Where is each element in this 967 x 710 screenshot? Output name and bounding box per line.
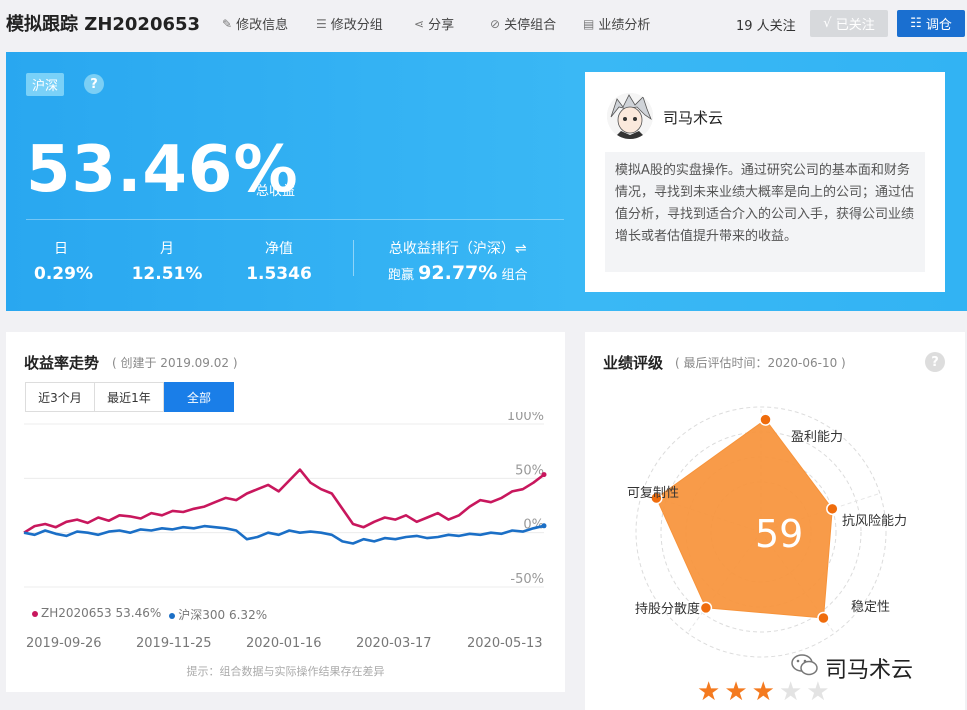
watermark: 司马术云 bbox=[791, 652, 913, 684]
top-bar: 模拟跟踪 ZH2020653 ✎ 修改信息 ☰ 修改分组 ⋖ 分享 ⊘ 关停组合… bbox=[0, 0, 967, 46]
return-chart: 100%50%0%-50% bbox=[23, 412, 547, 588]
star-icon: ★ bbox=[724, 677, 748, 707]
forbidden-icon: ⊘ bbox=[490, 16, 501, 31]
stat-nav: 净值 1.5346 bbox=[246, 238, 312, 284]
rank-suffix: 组合 bbox=[501, 268, 528, 283]
follow-count: 19 人关注 bbox=[736, 19, 796, 34]
series-end-point bbox=[541, 472, 547, 478]
check-icon: √ bbox=[823, 16, 836, 31]
divider bbox=[353, 240, 354, 276]
stat-value: 1.5346 bbox=[246, 264, 312, 284]
x-tick-label: 2019-11-25 bbox=[136, 636, 212, 651]
pencil-icon: ✎ bbox=[222, 16, 233, 31]
legend-portfolio[interactable]: ZH2020653 53.46% bbox=[32, 606, 161, 623]
share-button[interactable]: ⋖ 分享 bbox=[414, 14, 455, 34]
author-name[interactable]: 司马术云 bbox=[663, 107, 723, 128]
stat-daily: 日 0.29% bbox=[34, 238, 93, 284]
radar-label-risk-resistance: 抗风险能力 bbox=[842, 514, 908, 529]
edit-group-button[interactable]: ☰ 修改分组 bbox=[316, 14, 383, 34]
radar-label-stability: 稳定性 bbox=[851, 600, 891, 615]
y-tick-label: 50% bbox=[515, 463, 544, 478]
created-date: ( 创建于 2019.09.02 ) bbox=[112, 356, 238, 370]
watermark-text: 司马术云 bbox=[825, 658, 914, 683]
radar-label-diversification: 持股分散度 bbox=[635, 602, 701, 617]
stat-value: 12.51% bbox=[131, 264, 203, 284]
x-tick-label: 2020-03-17 bbox=[356, 636, 432, 651]
followed-label: 已关注 bbox=[835, 18, 875, 33]
portfolio-description: 模拟A股的实盘操作。通过研究公司的基本面和财务情况，寻找到未来业绩大概率是向上的… bbox=[605, 152, 925, 272]
radar-area bbox=[655, 418, 833, 619]
rebalance-label: 调仓 bbox=[925, 18, 952, 33]
rank-label: 总收益排行（沪深）⇌ bbox=[388, 241, 527, 257]
sliders-icon: ☷ bbox=[910, 16, 922, 31]
followed-button[interactable]: √ 已关注 bbox=[810, 10, 888, 37]
range-1-year[interactable]: 最近1年 bbox=[94, 382, 164, 412]
radar-point bbox=[759, 413, 772, 426]
performance-analysis-button[interactable]: ▤ 业绩分析 bbox=[583, 14, 651, 34]
y-tick-label: 100% bbox=[507, 412, 544, 424]
radar-point bbox=[817, 611, 830, 625]
wechat-icon bbox=[791, 653, 819, 683]
trend-title: 收益率走势 bbox=[24, 354, 100, 372]
stat-label: 月 bbox=[160, 241, 174, 257]
stat-value: 0.29% bbox=[34, 264, 93, 284]
stat-label: 日 bbox=[54, 241, 68, 257]
x-tick-label: 2020-01-16 bbox=[246, 636, 322, 651]
series-end-point bbox=[541, 523, 547, 529]
chart-disclaimer: 提示：组合数据与实际操作结果存在差异 bbox=[186, 665, 385, 678]
author-card: 司马术云 模拟A股的实盘操作。通过研究公司的基本面和财务情况，寻找到未来业绩大概… bbox=[585, 72, 945, 292]
evaluated-date: ( 最后评估时间：2020-06-10 ) bbox=[675, 356, 846, 370]
rating-title: 业绩评级 bbox=[603, 354, 664, 372]
range-all[interactable]: 全部 bbox=[164, 382, 234, 412]
chart-legend: ZH2020653 53.46% 沪深300 6.32% bbox=[32, 606, 267, 623]
radar-label-profitability: 盈利能力 bbox=[791, 430, 844, 445]
close-portfolio-label: 关停组合 bbox=[504, 18, 557, 33]
legend-portfolio-label: ZH2020653 53.46% bbox=[41, 606, 162, 620]
legend-index[interactable]: 沪深300 6.32% bbox=[169, 606, 267, 623]
x-tick-label: 2019-09-26 bbox=[26, 636, 102, 651]
portfolio-series-line bbox=[23, 468, 545, 534]
rank-value-line: 跑赢 92.77% 组合 bbox=[388, 262, 527, 284]
performance-analysis-label: 业绩分析 bbox=[598, 18, 651, 33]
avatar[interactable] bbox=[607, 93, 653, 139]
legend-index-label: 沪深300 6.32% bbox=[178, 608, 268, 622]
edit-info-label: 修改信息 bbox=[236, 18, 289, 33]
x-tick-label: 2020-05-13 bbox=[467, 636, 543, 651]
list-icon: ☰ bbox=[316, 16, 327, 31]
help-icon[interactable]: ? bbox=[925, 352, 945, 372]
close-portfolio-button[interactable]: ⊘ 关停组合 bbox=[490, 14, 557, 34]
rebalance-button[interactable]: ☷ 调仓 bbox=[897, 10, 965, 37]
radar-point bbox=[699, 601, 713, 615]
rank-prefix: 跑赢 bbox=[388, 268, 415, 283]
range-3-months[interactable]: 近3个月 bbox=[25, 382, 95, 412]
help-icon[interactable]: ? bbox=[84, 74, 104, 94]
star-icon: ★ bbox=[697, 677, 721, 707]
total-return-label: 总收益 bbox=[256, 184, 296, 199]
legend-dot bbox=[32, 610, 38, 617]
stat-label: 净值 bbox=[265, 241, 293, 257]
share-icon: ⋖ bbox=[414, 16, 425, 31]
portfolio-title: 模拟跟踪 ZH2020653 bbox=[6, 14, 201, 35]
stat-monthly: 月 12.51% bbox=[130, 238, 204, 284]
document-icon: ▤ bbox=[583, 16, 595, 31]
return-trend-card: 收益率走势 ( 创建于 2019.09.02 ) 近3个月 最近1年 全部 10… bbox=[6, 332, 565, 692]
radar-label-replicability: 可复制性 bbox=[627, 486, 680, 501]
star-icon: ★ bbox=[751, 677, 775, 707]
divider bbox=[26, 219, 564, 220]
rank-block[interactable]: 总收益排行（沪深）⇌ 跑赢 92.77% 组合 bbox=[388, 238, 527, 284]
radar-point bbox=[826, 502, 839, 516]
rank-value: 92.77% bbox=[418, 262, 498, 284]
edit-info-button[interactable]: ✎ 修改信息 bbox=[222, 14, 289, 34]
legend-dot bbox=[169, 612, 176, 619]
share-label: 分享 bbox=[428, 18, 455, 33]
market-tag: 沪深 bbox=[26, 73, 65, 96]
y-tick-label: -50% bbox=[510, 572, 544, 587]
rating-score: 59 bbox=[755, 512, 804, 556]
index-series-line bbox=[23, 524, 545, 545]
edit-group-label: 修改分组 bbox=[330, 18, 383, 33]
